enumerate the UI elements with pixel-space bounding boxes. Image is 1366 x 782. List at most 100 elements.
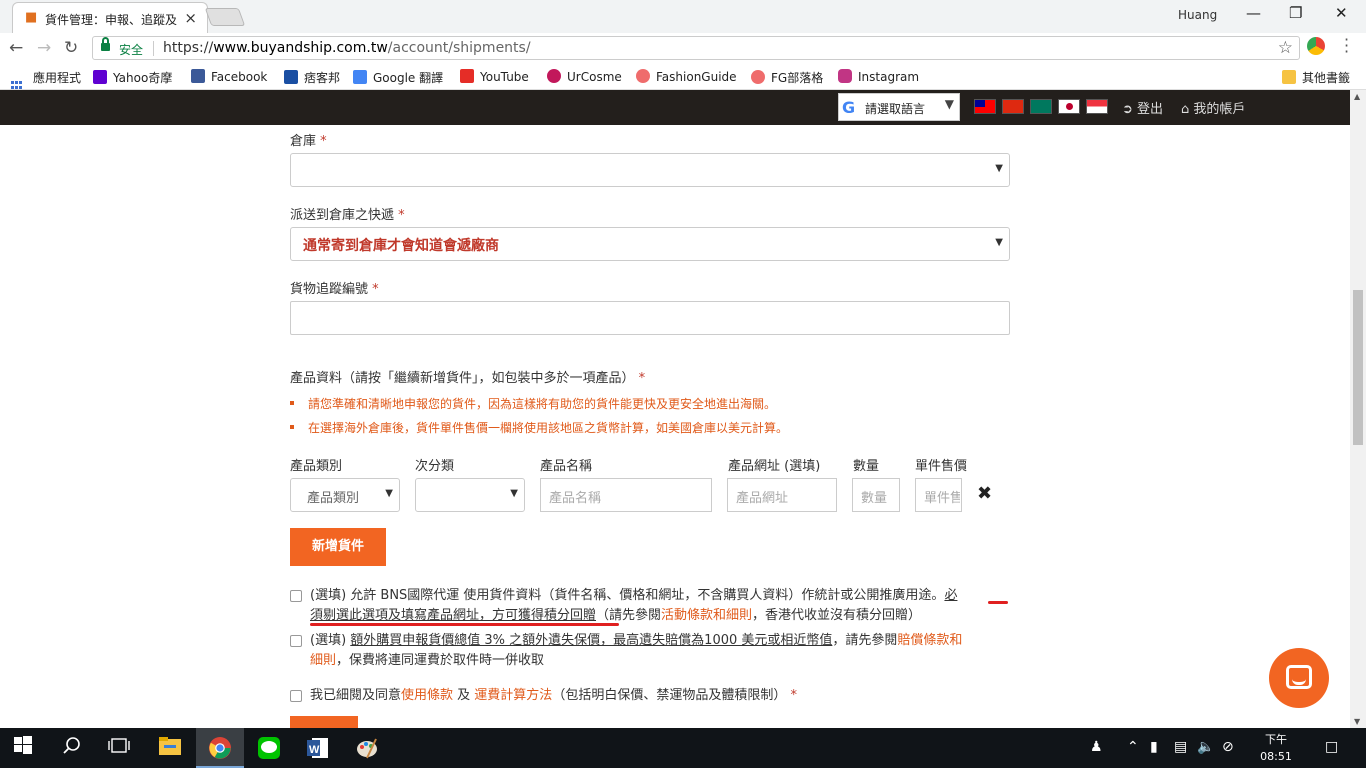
chevron-down-icon: ▼ bbox=[995, 237, 1003, 248]
insurance-checkbox[interactable] bbox=[290, 635, 302, 647]
courier-select[interactable]: 通常寄到倉庫才會知道會遞廠商 ▼ bbox=[290, 227, 1010, 261]
remove-row-icon[interactable]: ✖ bbox=[977, 483, 992, 504]
windows-start-icon[interactable] bbox=[14, 736, 38, 760]
scroll-up-icon[interactable]: ▲ bbox=[1354, 92, 1360, 101]
box-favicon-icon: ■ bbox=[25, 10, 38, 25]
unit-price-input[interactable]: 單件售價 bbox=[915, 478, 962, 512]
network-icon[interactable]: ▤ bbox=[1174, 739, 1187, 755]
my-account-link[interactable]: ⌂ 我的帳戶 bbox=[1181, 98, 1245, 117]
chevron-down-icon: ▼ bbox=[385, 488, 393, 499]
task-view-icon[interactable] bbox=[108, 736, 132, 760]
flag-japan-icon[interactable] bbox=[1058, 99, 1080, 114]
tracking-label: 貨物追蹤編號 * bbox=[290, 282, 379, 297]
logout-link[interactable]: ➲ 登出 bbox=[1122, 98, 1163, 117]
chat-launcher-button[interactable] bbox=[1269, 648, 1329, 708]
word-icon[interactable]: W bbox=[306, 736, 330, 760]
search-icon[interactable] bbox=[62, 736, 86, 760]
tracking-number-input[interactable] bbox=[290, 301, 1010, 335]
pixnet-icon bbox=[284, 70, 298, 84]
bookmark-youtube[interactable]: YouTube bbox=[460, 69, 529, 84]
new-tab-button[interactable] bbox=[204, 8, 246, 26]
bookmark-other[interactable]: 其他書籤 bbox=[1282, 69, 1350, 86]
scroll-down-icon[interactable]: ▼ bbox=[1354, 717, 1360, 726]
bookmark-urcosme[interactable]: UrCosme bbox=[547, 69, 622, 84]
product-url-input[interactable]: 產品網址 bbox=[727, 478, 837, 512]
bookmarks-bar: 應用程式 Yahoo奇摩 Facebook 痞客邦 Google 翻譯 YouT… bbox=[0, 62, 1366, 94]
agree-terms-checkbox[interactable] bbox=[290, 690, 302, 702]
column-header-category: 產品類別 bbox=[290, 459, 343, 474]
bookmark-pixnet[interactable]: 痞客邦 bbox=[284, 69, 340, 86]
site-header: G 請選取語言 ▼ ➲ 登出 ⌂ 我的帳戶 bbox=[0, 90, 1350, 125]
url-text[interactable]: https://www.buyandship.com.tw/account/sh… bbox=[163, 40, 531, 56]
home-icon: ⌂ bbox=[1181, 102, 1194, 117]
annotation-underline bbox=[988, 601, 1008, 604]
chevron-up-icon[interactable]: ⌃ bbox=[1127, 739, 1139, 755]
extension-icon[interactable] bbox=[1307, 37, 1325, 55]
product-name-input[interactable]: 產品名稱 bbox=[540, 478, 712, 512]
forward-icon[interactable]: → bbox=[37, 38, 51, 58]
google-icon: G bbox=[842, 98, 856, 117]
svg-text:W: W bbox=[309, 744, 320, 756]
browser-menu-icon[interactable]: · · · bbox=[1344, 32, 1349, 60]
column-header-name: 產品名稱 bbox=[540, 459, 593, 474]
compensation-terms-link-cont[interactable]: 細則 bbox=[310, 653, 336, 668]
bookmark-fashionguide[interactable]: FashionGuide bbox=[636, 69, 737, 84]
file-explorer-icon[interactable] bbox=[158, 736, 182, 760]
chevron-down-icon: ▼ bbox=[944, 97, 954, 111]
bookmark-star-icon[interactable]: ☆ bbox=[1278, 38, 1293, 58]
taskbar-clock[interactable]: 下午 08:51 2018/4/8 bbox=[1248, 731, 1304, 782]
hint-item: 請您準確和清晰地申報您的貨件，因為這樣將有助您的貨件能更快及更安全地進出海關。 bbox=[290, 395, 776, 412]
bookmark-facebook[interactable]: Facebook bbox=[191, 69, 267, 84]
close-window-icon[interactable]: ✕ bbox=[1335, 4, 1348, 22]
notification-off-icon[interactable]: ⊘ bbox=[1222, 739, 1234, 755]
bookmark-fg-blog[interactable]: FG部落格 bbox=[751, 69, 823, 86]
chrome-icon[interactable] bbox=[208, 736, 232, 760]
quantity-input[interactable]: 數量 bbox=[852, 478, 900, 512]
paint-icon[interactable] bbox=[355, 736, 379, 760]
hint-item: 在選擇海外倉庫後，貨件單件售價一欄將使用該地區之貨幣計算，如美國倉庫以美元計算。 bbox=[290, 419, 788, 436]
chat-icon bbox=[1286, 665, 1312, 689]
terms-of-use-link[interactable]: 使用條款 bbox=[401, 688, 453, 703]
subcategory-select[interactable]: ▼ bbox=[415, 478, 525, 512]
folder-icon bbox=[1282, 70, 1296, 84]
google-translate-icon bbox=[353, 70, 367, 84]
add-shipment-button[interactable]: 新增貨件 bbox=[290, 528, 386, 566]
browser-tab[interactable]: ■ 貨件管理：申報、追蹤及 × bbox=[12, 2, 208, 33]
category-select[interactable]: 產品類別 ▼ bbox=[290, 478, 400, 512]
flag-singapore-icon[interactable] bbox=[1086, 99, 1108, 114]
share-data-checkbox[interactable] bbox=[290, 590, 302, 602]
courier-label: 派送到倉庫之快遞 * bbox=[290, 208, 405, 223]
omnibox[interactable]: 安全 https://www.buyandship.com.tw/account… bbox=[92, 36, 1300, 60]
warehouse-select[interactable]: ▼ bbox=[290, 153, 1010, 187]
shipping-calc-link[interactable]: 運費計算方法 bbox=[474, 688, 552, 703]
volume-icon[interactable]: 🔈 bbox=[1197, 739, 1214, 755]
instagram-icon bbox=[838, 69, 852, 83]
restore-icon[interactable]: ❐ bbox=[1289, 4, 1302, 22]
page-scrollbar[interactable]: ▲ ▼ bbox=[1350, 90, 1366, 728]
people-icon[interactable]: ♟ bbox=[1090, 739, 1103, 755]
language-select[interactable]: G 請選取語言 ▼ bbox=[838, 93, 960, 121]
bookmark-instagram[interactable]: Instagram bbox=[838, 69, 919, 84]
campaign-terms-link[interactable]: 活動條款和細則 bbox=[661, 608, 752, 623]
column-header-price: 單件售價 bbox=[915, 459, 968, 474]
back-icon[interactable]: ← bbox=[9, 38, 23, 58]
reload-icon[interactable]: ↻ bbox=[64, 38, 78, 58]
agree-terms-label: 我已細閱及同意使用條款 及 運費計算方法（包括明白保價、禁運物品及體積限制） * bbox=[310, 688, 797, 703]
warehouse-label: 倉庫 * bbox=[290, 134, 327, 149]
action-center-icon[interactable]: □ bbox=[1325, 739, 1338, 755]
flag-hongkong-icon[interactable] bbox=[1002, 99, 1024, 114]
minimize-icon[interactable]: — bbox=[1246, 4, 1261, 22]
close-tab-icon[interactable]: × bbox=[184, 9, 197, 27]
scroll-thumb[interactable] bbox=[1353, 290, 1363, 445]
logout-icon: ➲ bbox=[1122, 102, 1138, 117]
flag-macau-icon[interactable] bbox=[1030, 99, 1052, 114]
battery-icon[interactable]: ▮ bbox=[1150, 739, 1158, 755]
bookmark-google-translate[interactable]: Google 翻譯 bbox=[353, 69, 443, 86]
bookmark-yahoo[interactable]: Yahoo奇摩 bbox=[93, 69, 172, 86]
compensation-terms-link[interactable]: 賠償條款和 bbox=[897, 633, 962, 648]
facebook-icon bbox=[191, 69, 205, 83]
line-app-icon[interactable] bbox=[257, 736, 281, 760]
submit-button[interactable] bbox=[290, 716, 358, 728]
profile-name[interactable]: Huang bbox=[1178, 8, 1217, 22]
flag-taiwan-icon[interactable] bbox=[974, 99, 996, 114]
